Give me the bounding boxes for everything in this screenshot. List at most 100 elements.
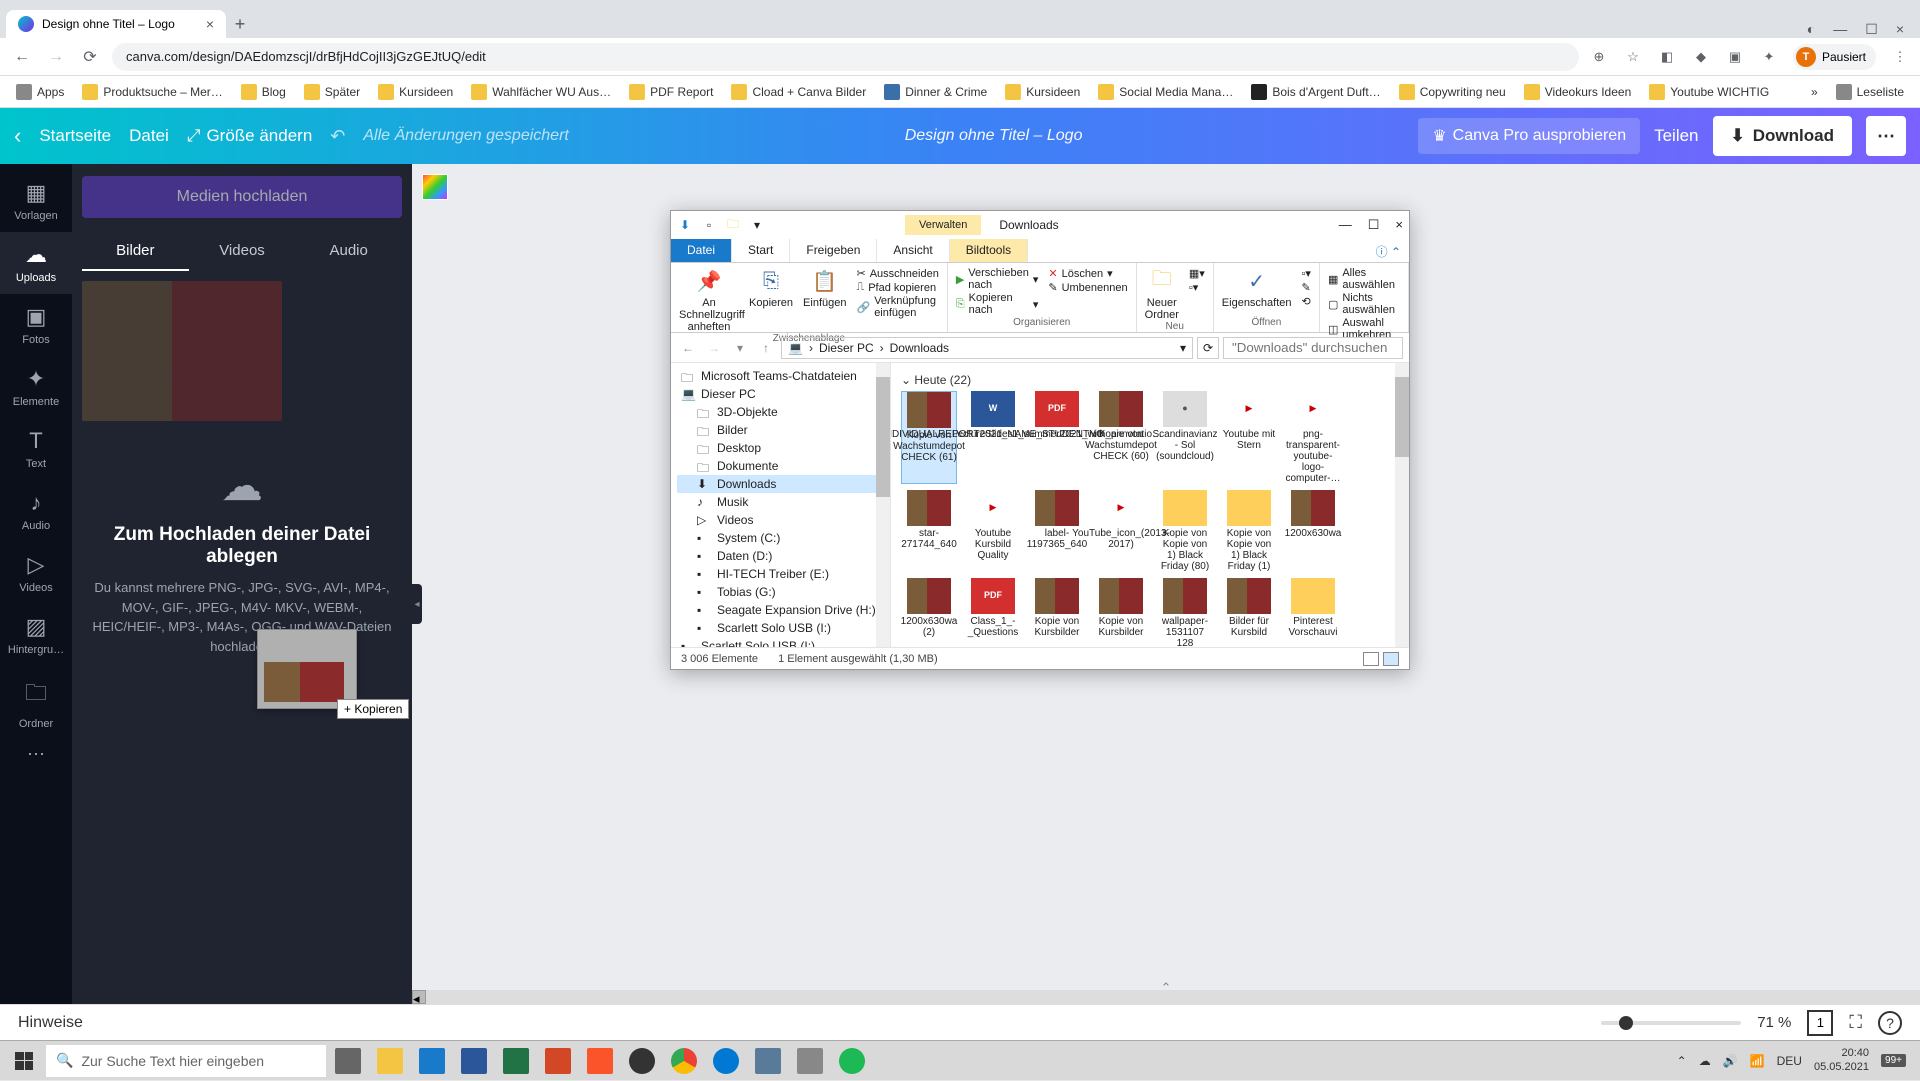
file-item[interactable]: ▶png-transparent-youtube-logo-computer-… [1285, 391, 1341, 484]
taskbar-chrome[interactable] [664, 1041, 704, 1081]
nav-up[interactable]: ↑ [755, 337, 777, 359]
breadcrumb[interactable]: 💻 › Dieser PC › Downloads ▾ [781, 337, 1193, 359]
file-item[interactable]: ▶Youtube mit Stern [1221, 391, 1277, 484]
files-scrollbar[interactable] [1395, 363, 1409, 647]
nav-back[interactable]: ← [677, 337, 699, 359]
tree-item[interactable]: 💻Dieser PC [677, 385, 884, 403]
onedrive-icon[interactable]: ☁ [1699, 1054, 1711, 1068]
nav-forward[interactable]: → [703, 337, 725, 359]
home-link[interactable]: Startseite [39, 126, 111, 146]
minimize-icon[interactable]: — [1833, 21, 1847, 38]
ribbon-collapse-icon[interactable]: ⓘ ⌃ [1368, 239, 1409, 262]
delete-button[interactable]: ✕Löschen ▾ [1048, 267, 1127, 280]
doc-title[interactable]: Design ohne Titel – Logo [905, 127, 1083, 145]
ext2-icon[interactable]: ◆ [1691, 47, 1711, 67]
ext1-icon[interactable]: ◧ [1657, 47, 1677, 67]
taskbar-app-edge2[interactable] [706, 1041, 746, 1081]
bookmark-item[interactable]: Videokurs Ideen [1518, 80, 1638, 104]
account-icon[interactable]: ◐ [1807, 21, 1815, 38]
tray-expand-icon[interactable]: ⌃ [1677, 1054, 1687, 1068]
bookmark-item[interactable]: PDF Report [623, 80, 719, 104]
scrollbar-thumb[interactable] [1395, 377, 1409, 457]
bookmark-star-icon[interactable]: ☆ [1623, 47, 1643, 67]
taskbar-app-generic2[interactable] [790, 1041, 830, 1081]
explorer-titlebar[interactable]: ⬇ ▫ 🗀 ▾ Verwalten Downloads — ☐ × [671, 211, 1409, 239]
back-button[interactable]: ← [10, 45, 34, 69]
bookmark-item[interactable]: Dinner & Crime [878, 80, 993, 104]
bookmark-item[interactable]: Cload + Canva Bilder [725, 80, 872, 104]
more-button[interactable]: ⋯ [1866, 116, 1906, 156]
bookmark-item[interactable]: Produktsuche – Mer… [76, 80, 228, 104]
bookmark-item[interactable]: Copywriting neu [1393, 80, 1512, 104]
taskbar-spotify[interactable] [832, 1041, 872, 1081]
bookmark-item[interactable]: Kursideen [372, 80, 459, 104]
crumb-dropdown-icon[interactable]: ▾ [1180, 341, 1186, 355]
help-icon[interactable]: ? [1878, 1011, 1902, 1035]
close-icon[interactable]: × [1896, 21, 1904, 38]
network-icon[interactable]: 📶 [1750, 1054, 1765, 1068]
taskbar-app-generic1[interactable] [748, 1041, 788, 1081]
pin-quickaccess[interactable]: 📌An Schnellzugriff anheften [679, 267, 739, 333]
tree-item[interactable]: ⬇Downloads [677, 475, 884, 493]
properties-button[interactable]: ✓Eigenschaften [1222, 267, 1292, 309]
select-all-button[interactable]: ▦Alles auswählen [1328, 267, 1400, 291]
drop-zone[interactable]: ☁ Zum Hochladen deiner Datei ablegen Du … [82, 461, 402, 656]
group-header[interactable]: ⌄ Heute (22) [901, 369, 1399, 391]
tree-item[interactable]: ▪Scarlett Solo USB (I:) [677, 619, 884, 637]
clock[interactable]: 20:4005.05.2021 [1814, 1047, 1869, 1073]
rail-photos[interactable]: ▣Fotos [0, 294, 72, 356]
tree-item[interactable]: ▷Videos [677, 511, 884, 529]
cut-button[interactable]: ✂Ausschneiden [856, 267, 938, 280]
start-button[interactable] [4, 1041, 44, 1081]
tree-item[interactable]: ▪HI-TECH Treiber (E:) [677, 565, 884, 583]
tree-item[interactable]: 🗀3D-Objekte [677, 403, 884, 421]
file-item[interactable]: PDFLectureSlides1_summer2021_with_annota… [1029, 391, 1085, 484]
new-folder-button[interactable]: 🗀Neuer Ordner [1145, 267, 1179, 321]
ribbon-tab-start[interactable]: Start [732, 239, 790, 262]
rail-background[interactable]: ▨Hintergru… [0, 604, 72, 666]
file-item[interactable]: Kopie von Kopie von 1) Black Friday (80) [1157, 490, 1213, 572]
copy-path-button[interactable]: ⎍Pfad kopieren [856, 281, 938, 294]
bookmark-item[interactable]: Wahlfächer WU Aus… [465, 80, 617, 104]
rail-videos[interactable]: ▷Videos [0, 542, 72, 604]
view-details-icon[interactable] [1363, 652, 1379, 666]
menu-icon[interactable]: ⋮ [1890, 47, 1910, 67]
explorer-folder-icon[interactable]: 🗀 [725, 217, 741, 233]
taskbar-edge[interactable] [412, 1041, 452, 1081]
ext3-icon[interactable]: ▣ [1725, 47, 1745, 67]
file-item[interactable]: ▶YouTube_icon_(2013-2017) [1093, 490, 1149, 572]
bookmark-overflow[interactable]: » [1805, 81, 1824, 103]
edit-button[interactable]: ✎ [1302, 281, 1311, 294]
horizontal-scrollbar[interactable]: ◂ [412, 990, 1920, 1004]
page-indicator[interactable]: 1 [1807, 1010, 1833, 1036]
color-picker-swatch[interactable] [422, 174, 448, 200]
bookmark-item[interactable]: Später [298, 80, 366, 104]
explorer-file-icon[interactable]: ▫ [701, 217, 717, 233]
bookmark-item[interactable]: Youtube WICHTIG [1643, 80, 1775, 104]
rename-button[interactable]: ✎Umbenennen [1048, 281, 1127, 294]
maximize-icon[interactable]: ☐ [1368, 217, 1380, 233]
file-item[interactable]: wallpaper-1531107 128 [1157, 578, 1213, 647]
reading-list[interactable]: Leseliste [1830, 80, 1910, 104]
history-button[interactable]: ⟲ [1302, 295, 1311, 308]
file-item[interactable]: Kopie von Kursbilder [1093, 578, 1149, 647]
file-item[interactable]: 1200x630wa (2) [901, 578, 957, 647]
undo-icon[interactable]: ↶ [330, 126, 345, 147]
task-view-button[interactable] [328, 1041, 368, 1081]
ribbon-tab-imagetools[interactable]: Bildtools [950, 239, 1028, 262]
taskbar-search[interactable]: 🔍Zur Suche Text hier eingeben [46, 1045, 326, 1077]
taskbar-excel[interactable] [496, 1041, 536, 1081]
rail-more[interactable]: ⋯ [27, 744, 45, 765]
refresh-button[interactable]: ⟳ [1197, 337, 1219, 359]
reload-button[interactable]: ⟳ [78, 45, 102, 69]
ribbon-tab-view[interactable]: Ansicht [877, 239, 949, 262]
file-menu[interactable]: Datei [129, 126, 169, 146]
rail-text[interactable]: TText [0, 418, 72, 480]
tab-close-icon[interactable]: × [206, 16, 214, 32]
try-pro-button[interactable]: ♛Canva Pro ausprobieren [1418, 118, 1640, 154]
tree-item[interactable]: 🗀Microsoft Teams-Chatdateien [677, 367, 884, 385]
rail-elements[interactable]: ✦Elemente [0, 356, 72, 418]
back-chevron-icon[interactable]: ‹ [14, 123, 21, 149]
taskbar-explorer[interactable] [370, 1041, 410, 1081]
file-item[interactable]: ▶Youtube Kursbild Quality [965, 490, 1021, 572]
